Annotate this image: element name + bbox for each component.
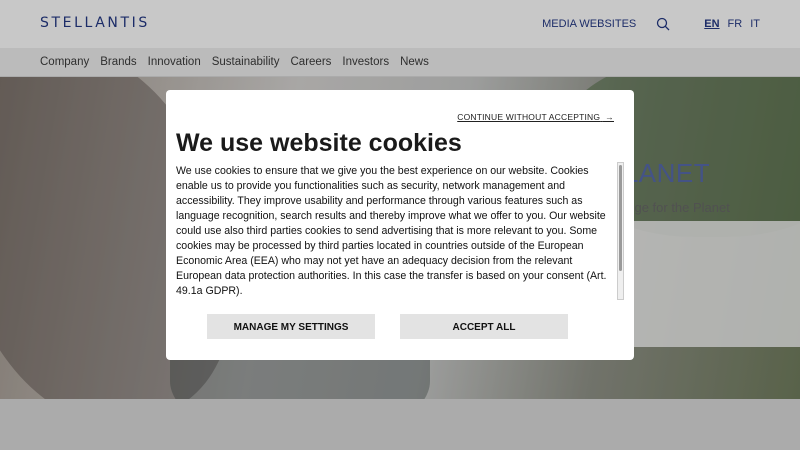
dialog-title: We use website cookies [176, 129, 462, 157]
continue-without-accepting-link[interactable]: CONTINUE WITHOUT ACCEPTING → [457, 112, 614, 122]
scrollbar[interactable] [617, 162, 624, 300]
cookie-consent-dialog: CONTINUE WITHOUT ACCEPTING → We use webs… [166, 90, 634, 360]
accept-all-button[interactable]: ACCEPT ALL [400, 314, 568, 339]
arrow-right-icon: → [602, 112, 614, 122]
continue-label: CONTINUE WITHOUT ACCEPTING [457, 112, 601, 122]
cookie-description: We use cookies to ensure that we give yo… [176, 165, 607, 297]
scrollbar-thumb[interactable] [619, 165, 622, 271]
cookie-text-scroll-area[interactable]: We use cookies to ensure that we give yo… [176, 164, 616, 299]
manage-settings-button[interactable]: MANAGE MY SETTINGS [207, 314, 375, 339]
